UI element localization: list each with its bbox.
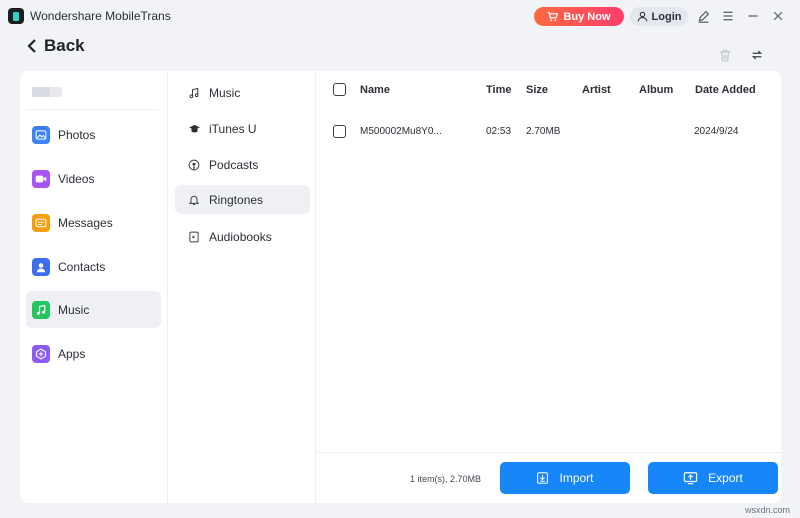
main-panel: Photos Videos Messages Contacts Music Ap… [20,71,781,503]
category-videos[interactable]: Videos [26,160,161,197]
export-label: Export [708,471,743,485]
subcategory-label: iTunes U [209,121,257,136]
device-name-placeholder [32,87,62,97]
music-note-icon [187,86,201,100]
cart-icon [548,11,559,22]
category-apps[interactable]: Apps [26,335,161,372]
subcategory-music[interactable]: Music [175,78,310,107]
contacts-icon [32,257,50,276]
audiobook-icon [187,230,201,244]
podcast-icon [187,158,201,172]
subcategory-ringtones[interactable]: Ringtones [175,185,310,214]
subcategory-list: Music iTunes U Podcasts Ringtones Audiob… [168,71,316,503]
row-checkbox[interactable] [333,125,346,138]
watermark: wsxdn.com [745,505,791,515]
edit-icon[interactable] [695,8,711,24]
subcategory-label: Music [209,85,241,100]
category-label: Messages [58,215,113,230]
category-label: Apps [58,346,86,361]
subcategory-label: Podcasts [209,157,259,172]
buy-now-button[interactable]: Buy Now [534,7,624,26]
import-label: Import [559,471,594,485]
file-table: Name Time Size Artist Album Date Added M… [317,71,781,503]
category-label: Contacts [58,259,106,274]
subcategory-label: Audiobooks [209,229,272,244]
subcategory-podcasts[interactable]: Podcasts [175,150,310,179]
category-label: Music [58,302,90,317]
minimize-icon[interactable] [745,8,761,24]
messages-icon [32,213,50,232]
user-icon [637,11,647,22]
column-header-artist[interactable]: Artist [582,84,611,96]
buy-now-label: Buy Now [563,10,611,23]
login-label: Login [651,10,682,23]
cell-size: 2.70MB [526,126,561,137]
divider [26,109,158,110]
import-icon [537,472,549,484]
subcategory-label: Ringtones [209,192,264,207]
export-icon [683,472,698,485]
close-icon[interactable] [770,8,786,24]
category-contacts[interactable]: Contacts [26,248,161,285]
column-header-name[interactable]: Name [360,84,390,96]
export-button[interactable]: Export [648,462,778,494]
graduation-cap-icon [187,122,201,136]
app-title: Wondershare MobileTrans [30,9,171,23]
category-label: Photos [58,127,96,142]
title-bar: Wondershare MobileTrans Buy Now Login [0,0,800,32]
back-label: Back [44,36,85,55]
category-label: Videos [58,171,95,186]
apps-icon [32,344,50,363]
bell-icon [187,193,201,207]
cell-time: 02:53 [486,126,512,137]
subcategory-itunes-u[interactable]: iTunes U [175,114,310,143]
cell-date-added: 2024/9/24 [694,126,739,137]
app-logo-icon [8,8,24,24]
select-all-checkbox[interactable] [333,83,346,96]
login-button[interactable]: Login [630,7,688,26]
videos-icon [32,169,50,188]
category-sidebar: Photos Videos Messages Contacts Music Ap… [20,71,168,503]
category-messages[interactable]: Messages [26,204,161,241]
menu-icon[interactable] [720,8,736,24]
refresh-icon[interactable] [748,46,766,64]
import-button[interactable]: Import [500,462,630,494]
column-header-size[interactable]: Size [526,84,548,96]
photos-icon [32,125,50,144]
column-header-album[interactable]: Album [639,84,673,96]
column-header-date-added[interactable]: Date Added [695,84,756,96]
music-icon [32,300,50,319]
back-button[interactable]: Back [26,36,85,56]
category-photos[interactable]: Photos [26,116,161,153]
chevron-left-icon [27,39,36,53]
subcategory-audiobooks[interactable]: Audiobooks [175,222,310,251]
category-music[interactable]: Music [26,291,161,328]
footer-divider [317,452,781,453]
cell-name: M500002Mu8Y0... [360,126,442,137]
delete-icon[interactable] [716,46,734,64]
column-header-time[interactable]: Time [486,84,511,96]
selection-summary: 1 item(s), 2.70MB [410,474,482,484]
